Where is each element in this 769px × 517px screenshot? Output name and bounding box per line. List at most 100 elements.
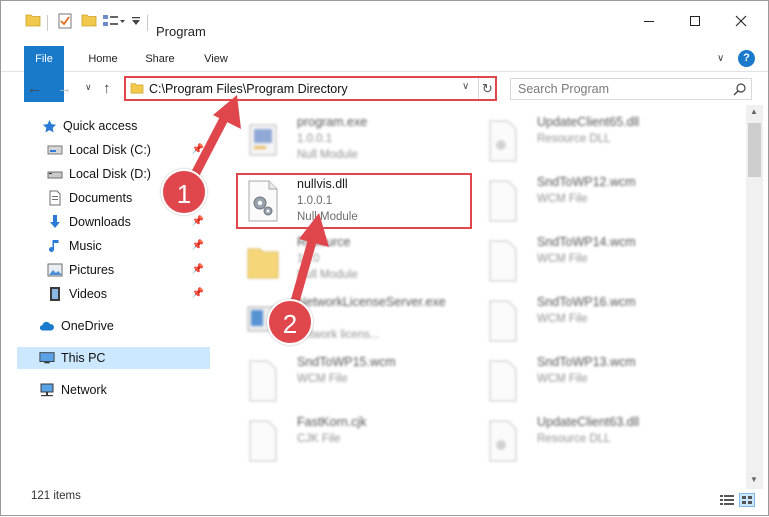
details-view-icon[interactable] (719, 493, 735, 507)
sidebar-item-local-disk-c[interactable]: Local Disk (C:) 📌 (47, 139, 210, 161)
item-count: 121 items (31, 490, 81, 502)
drive-icon (47, 166, 63, 182)
scroll-up-icon[interactable]: ▲ (750, 107, 758, 116)
search-box[interactable] (510, 78, 752, 100)
sidebar-item-onedrive[interactable]: OneDrive (39, 315, 210, 337)
ribbon-tabs: File Home Share View ∨ ? (1, 46, 768, 102)
sidebar-item-network[interactable]: Network (39, 379, 210, 401)
file-icon (249, 360, 277, 402)
pin-icon[interactable]: 📌 (192, 264, 204, 275)
videos-icon (47, 286, 63, 302)
recent-locations-icon[interactable]: ∨ (85, 82, 92, 93)
cloud-icon (39, 318, 55, 334)
new-folder-icon[interactable] (81, 13, 97, 30)
up-arrow-icon[interactable]: ↑ (103, 80, 111, 97)
sidebar-item-label: Quick access (63, 119, 138, 133)
back-arrow-icon[interactable]: ← (27, 80, 42, 97)
sidebar-item-this-pc[interactable]: This PC (17, 347, 210, 369)
callout-step-two: 2 (267, 299, 313, 345)
sidebar-item-label: Pictures (69, 263, 115, 277)
help-icon[interactable]: ? (738, 50, 755, 67)
file-icon (489, 360, 517, 402)
close-button[interactable] (718, 1, 764, 41)
pin-icon[interactable]: 📌 (192, 216, 204, 227)
sidebar-item-label: Local Disk (C:) (69, 143, 151, 157)
forward-arrow-icon[interactable]: → (57, 80, 72, 97)
tab-view[interactable]: View (195, 46, 237, 72)
minimize-icon (644, 21, 654, 22)
music-icon (47, 238, 63, 254)
chevron-down-icon[interactable]: ∨ (462, 81, 469, 92)
navigation-pane: Quick access Local Disk (C:) 📌 Local Dis… (1, 109, 214, 489)
network-icon (39, 382, 55, 398)
maximize-button[interactable] (672, 1, 718, 41)
customize-toolbar-icon[interactable] (102, 13, 126, 32)
scroll-thumb[interactable] (748, 123, 761, 177)
pin-icon[interactable]: 📌 (192, 288, 204, 299)
sidebar-item-label: Network (61, 383, 107, 397)
file-item[interactable]: SndToWP15.wcm WCM File (238, 355, 478, 411)
sidebar-item-label: Documents (69, 191, 133, 205)
folder-icon[interactable] (25, 13, 41, 30)
file-item[interactable]: FastKorn.cjk CJK File (238, 415, 478, 471)
chevron-down-icon[interactable] (131, 15, 141, 29)
file-list: program.exe 1.0.0.1 Null Module nullvis.… (226, 109, 746, 487)
tab-home[interactable]: Home (79, 46, 127, 72)
file-item[interactable]: SndToWP14.wcm WCM File (478, 235, 718, 291)
explorer-window: Program File Home Share View ∨ ? ← → ∨ ↑… (0, 0, 769, 516)
documents-icon (47, 190, 63, 206)
refresh-icon[interactable]: ↻ (478, 78, 496, 99)
file-item[interactable]: UpdateClient63.dll Resource DLL (478, 415, 718, 471)
search-icon[interactable] (733, 82, 747, 99)
pin-icon[interactable]: 📌 (192, 240, 204, 251)
file-icon (489, 240, 517, 282)
sidebar-item-label: OneDrive (61, 319, 114, 333)
window-title: Program (156, 24, 206, 39)
tiles-view-icon[interactable] (739, 493, 755, 507)
folder-icon (130, 82, 144, 97)
sidebar-item-quick-access[interactable]: Quick access (41, 115, 211, 137)
file-icon (489, 180, 517, 222)
sidebar-item-pictures[interactable]: Pictures 📌 (47, 259, 210, 281)
file-item[interactable]: SndToWP16.wcm WCM File (478, 295, 718, 351)
file-item[interactable]: program.exe 1.0.0.1 Null Module (238, 115, 478, 171)
tab-share[interactable]: Share (137, 46, 183, 72)
sidebar-item-videos[interactable]: Videos 📌 (47, 283, 210, 305)
file-item[interactable]: UpdateClient65.dll Resource DLL (478, 115, 718, 171)
file-item[interactable]: SndToWP12.wcm WCM File (478, 175, 718, 231)
highlight-box (236, 173, 472, 229)
callout-step-one: 1 (161, 169, 207, 215)
pin-icon[interactable]: 📌 (192, 144, 204, 155)
folder-icon (247, 248, 279, 279)
divider (47, 15, 48, 31)
file-icon (489, 120, 517, 162)
file-icon (489, 420, 517, 462)
vertical-scrollbar[interactable]: ▲ ▼ (746, 105, 763, 489)
divider (147, 15, 148, 31)
maximize-icon (690, 16, 700, 26)
address-bar[interactable]: C:\Program Files\Program Directory ∨ ↻ (124, 76, 497, 101)
pictures-icon (47, 262, 63, 278)
file-icon (249, 420, 277, 462)
chevron-down-icon[interactable]: ∨ (717, 53, 724, 64)
close-icon (735, 15, 747, 27)
search-input[interactable] (518, 82, 718, 96)
sidebar-item-label: Music (69, 239, 102, 253)
downloads-icon (47, 214, 63, 230)
file-item[interactable]: SndToWP13.wcm WCM File (478, 355, 718, 411)
computer-icon (39, 350, 55, 366)
star-icon (41, 118, 57, 134)
sidebar-item-label: Downloads (69, 215, 131, 229)
sidebar-item-label: Local Disk (D:) (69, 167, 151, 181)
file-item[interactable]: Resource 10.0 Null Module (238, 235, 478, 291)
exe-icon (249, 124, 277, 156)
properties-icon[interactable] (57, 13, 73, 32)
address-path[interactable]: C:\Program Files\Program Directory (149, 82, 348, 96)
file-icon (489, 300, 517, 342)
title-bar: Program (1, 1, 768, 41)
minimize-button[interactable] (626, 1, 672, 41)
sidebar-item-label: Videos (69, 287, 107, 301)
drive-icon (47, 142, 63, 158)
sidebar-item-music[interactable]: Music 📌 (47, 235, 210, 257)
scroll-down-icon[interactable]: ▼ (750, 475, 758, 484)
